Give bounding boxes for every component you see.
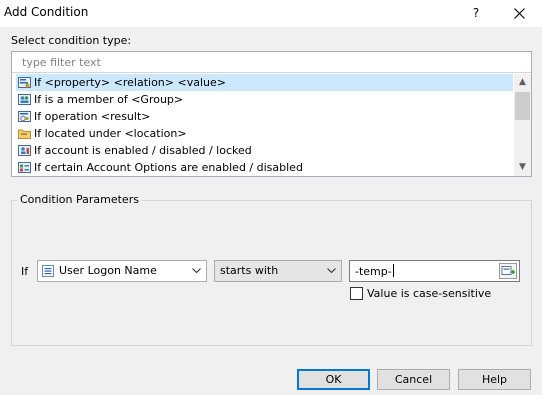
list-item-label: If <property> <relation> <value> — [34, 76, 226, 89]
close-icon — [514, 8, 525, 19]
list-item-label: If certain Account Options are enabled /… — [34, 161, 303, 174]
list-item-label: If is a member of <Group> — [34, 93, 184, 106]
property-value: User Logon Name — [59, 264, 157, 277]
list-item-label: If operation <result> — [34, 110, 151, 123]
insert-value-button[interactable] — [499, 263, 517, 279]
condition-type-list: If <property> <relation> <value> If is a… — [11, 51, 532, 177]
value-text: -temp- — [355, 264, 394, 278]
select-condition-type-label: Select condition type: — [11, 34, 132, 47]
account-condition-icon — [18, 145, 31, 156]
account-options-condition-icon — [18, 162, 31, 173]
value-input[interactable]: -temp- — [349, 260, 520, 282]
list-item-account-state-condition[interactable]: If account is enabled / disabled / locke… — [16, 142, 513, 159]
close-button[interactable] — [505, 0, 535, 27]
scroll-up-icon[interactable]: ▲ — [514, 74, 531, 91]
property-dropdown[interactable]: User Logon Name — [37, 260, 207, 282]
title-bar: Add Condition ? — [0, 0, 542, 27]
list-item-label: If account is enabled / disabled / locke… — [34, 144, 252, 157]
filter-input[interactable] — [12, 52, 531, 73]
property-condition-icon — [18, 77, 31, 88]
if-label: If — [21, 265, 29, 278]
list-item-account-options-condition[interactable]: If certain Account Options are enabled /… — [16, 159, 513, 176]
operation-condition-icon — [18, 111, 31, 122]
case-sensitive-label[interactable]: Value is case-sensitive — [367, 287, 491, 300]
window-title: Add Condition — [4, 5, 89, 19]
help-title-button[interactable]: ? — [462, 0, 490, 27]
list-item-operation-condition[interactable]: If operation <result> — [16, 108, 513, 125]
property-icon — [42, 265, 54, 277]
cancel-button[interactable]: Cancel — [377, 369, 450, 390]
chevron-down-icon — [327, 268, 336, 274]
help-button[interactable]: Help — [458, 369, 531, 390]
scroll-down-icon[interactable]: ▼ — [514, 159, 531, 176]
list-item-property-condition[interactable]: If <property> <relation> <value> — [16, 74, 513, 91]
list-scrollbar[interactable]: ▲ ▼ — [514, 74, 531, 176]
condition-items: If <property> <relation> <value> If is a… — [16, 74, 513, 175]
list-item-location-condition[interactable]: If located under <location> — [16, 125, 513, 142]
list-item-label: If located under <location> — [34, 127, 187, 140]
case-sensitive-checkbox[interactable] — [350, 287, 363, 300]
chevron-down-icon — [192, 268, 201, 274]
group-condition-icon — [18, 94, 31, 105]
relation-dropdown[interactable]: starts with — [214, 260, 342, 282]
insert-value-icon — [499, 263, 517, 279]
folder-condition-icon — [18, 129, 31, 139]
scroll-thumb[interactable] — [515, 92, 530, 120]
condition-parameters-legend: Condition Parameters — [17, 193, 142, 206]
list-item-group-condition[interactable]: If is a member of <Group> — [16, 91, 513, 108]
relation-value: starts with — [220, 264, 279, 277]
ok-button[interactable]: OK — [297, 369, 370, 390]
